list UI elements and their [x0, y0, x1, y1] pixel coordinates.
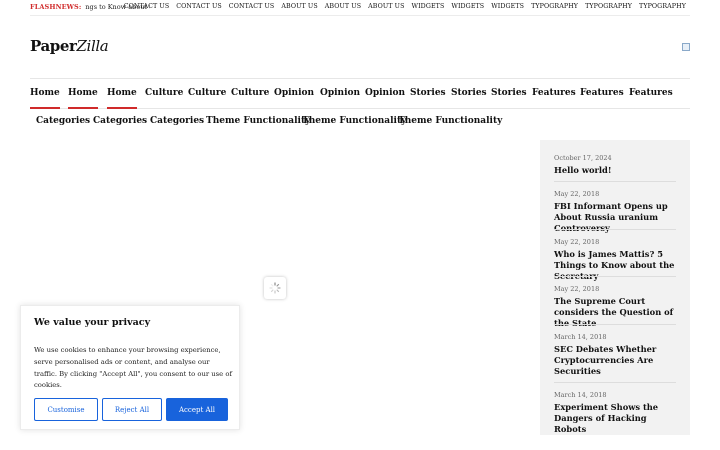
logo-text-paper: Paper: [30, 37, 77, 55]
top-bar: FLASHNEWS:ngs to Know about the Secr CON…: [30, 0, 690, 16]
cookie-description: We use cookies to enhance your browsing …: [34, 346, 232, 390]
post-date: May 22, 2018: [554, 238, 600, 246]
post-date: October 17, 2024: [554, 154, 612, 162]
post-title[interactable]: SEC Debates Whether Cryptocurrencies Are…: [554, 344, 676, 377]
main-navigation: Home Home Home Culture Culture Culture O…: [30, 78, 690, 109]
site-logo[interactable]: PaperZilla: [30, 37, 109, 55]
nav-item-opinion[interactable]: Opinion: [274, 88, 314, 98]
top-link-about-us[interactable]: ABOUT US: [281, 3, 317, 10]
nav-item-features[interactable]: Features: [580, 88, 624, 98]
nav-item-culture[interactable]: Culture: [231, 88, 269, 98]
top-link-widgets[interactable]: WIDGETS: [491, 3, 524, 10]
sub-nav-categories[interactable]: Categories: [36, 116, 90, 126]
post-date: May 22, 2018: [554, 285, 600, 293]
post-divider: [554, 276, 676, 277]
top-link-contact-us[interactable]: CONTACT US: [124, 3, 170, 10]
sub-nav-theme-functionality[interactable]: Theme Functionality: [206, 116, 310, 126]
recent-post[interactable]: March 14, 2018 Experiment Shows the Dang…: [554, 391, 676, 435]
top-link-about-us[interactable]: ABOUT US: [325, 3, 361, 10]
post-title[interactable]: Experiment Shows the Dangers of Hacking …: [554, 402, 676, 435]
post-title[interactable]: Who is James Mattis? 5 Things to Know ab…: [554, 249, 676, 282]
top-link-about-us[interactable]: ABOUT US: [368, 3, 404, 10]
nav-item-features[interactable]: Features: [629, 88, 673, 98]
cookie-title: We value your privacy: [34, 317, 151, 328]
nav-item-home[interactable]: Home: [107, 88, 137, 109]
recent-post[interactable]: May 22, 2018 FBI Informant Opens up Abou…: [554, 190, 676, 234]
top-link-contact-us[interactable]: CONTACT US: [229, 3, 275, 10]
nav-item-stories[interactable]: Stories: [491, 88, 527, 98]
flash-news-label: FLASHNEWS:: [30, 3, 82, 11]
top-link-typography[interactable]: TYPOGRAPHY: [639, 3, 686, 10]
top-links: CONTACT US CONTACT US CONTACT US ABOUT U…: [124, 3, 686, 10]
nav-item-stories[interactable]: Stories: [410, 88, 446, 98]
spinner-icon: [269, 282, 281, 294]
nav-item-features[interactable]: Features: [532, 88, 576, 98]
cookie-consent-banner: We value your privacy We use cookies to …: [20, 305, 240, 430]
recent-post[interactable]: May 22, 2018 The Supreme Court considers…: [554, 285, 676, 329]
reject-all-button[interactable]: Reject All: [102, 398, 162, 421]
recent-post[interactable]: March 14, 2018 SEC Debates Whether Crypt…: [554, 333, 676, 377]
nav-item-stories[interactable]: Stories: [451, 88, 487, 98]
top-link-widgets[interactable]: WIDGETS: [451, 3, 484, 10]
nav-item-opinion[interactable]: Opinion: [320, 88, 360, 98]
post-date: May 22, 2018: [554, 190, 600, 198]
nav-item-culture[interactable]: Culture: [188, 88, 226, 98]
post-divider: [554, 324, 676, 325]
nav-item-home[interactable]: Home: [68, 88, 98, 109]
post-divider: [554, 181, 676, 182]
sub-navigation: Categories Categories Categories Theme F…: [30, 116, 690, 130]
sub-nav-categories[interactable]: Categories: [150, 116, 204, 126]
post-title[interactable]: Hello world!: [554, 165, 676, 176]
nav-item-home[interactable]: Home: [30, 88, 60, 109]
post-divider: [554, 382, 676, 383]
loading-spinner: [264, 277, 286, 299]
sub-nav-categories[interactable]: Categories: [93, 116, 147, 126]
nav-item-opinion[interactable]: Opinion: [365, 88, 405, 98]
nav-item-culture[interactable]: Culture: [145, 88, 183, 98]
recent-post[interactable]: October 17, 2024 Hello world!: [554, 154, 676, 176]
top-link-contact-us[interactable]: CONTACT US: [176, 3, 222, 10]
broken-image-icon: [682, 43, 690, 51]
post-divider: [554, 229, 676, 230]
top-link-typography[interactable]: TYPOGRAPHY: [531, 3, 578, 10]
logo-text-zilla: Zilla: [76, 37, 109, 55]
post-date: March 14, 2018: [554, 333, 607, 341]
post-date: March 14, 2018: [554, 391, 607, 399]
customise-button[interactable]: Customise: [34, 398, 98, 421]
sub-nav-theme-functionality[interactable]: Theme Functionality: [302, 116, 406, 126]
accept-all-button[interactable]: Accept All: [166, 398, 228, 421]
sub-nav-theme-functionality[interactable]: Theme Functionality: [398, 116, 502, 126]
recent-posts-sidebar: October 17, 2024 Hello world! May 22, 20…: [540, 140, 690, 435]
top-link-typography[interactable]: TYPOGRAPHY: [585, 3, 632, 10]
top-link-widgets[interactable]: WIDGETS: [412, 3, 445, 10]
